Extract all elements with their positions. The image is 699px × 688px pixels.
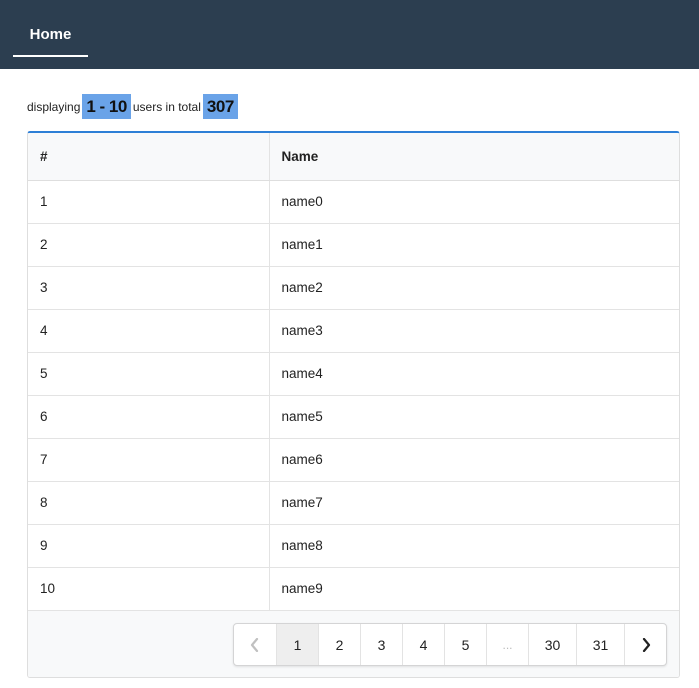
row-number-cell: 3 <box>28 266 269 310</box>
prev-page-button[interactable] <box>234 624 276 665</box>
chevron-right-icon <box>640 637 652 652</box>
page-button-30[interactable]: 30 <box>528 624 576 665</box>
users-table-card: # Name 1 name0 2 name1 3 name2 4 name3 5 name4 6 na… <box>27 131 680 678</box>
page-button-4[interactable]: 4 <box>402 624 444 665</box>
row-number-cell: 6 <box>28 395 269 439</box>
pagination-ellipsis: ... <box>486 624 528 665</box>
next-page-button[interactable] <box>624 624 666 665</box>
row-name-cell: name2 <box>268 266 679 310</box>
row-number-cell: 5 <box>28 352 269 396</box>
page-button-5[interactable]: 5 <box>444 624 486 665</box>
row-number-cell: 8 <box>28 481 269 525</box>
row-name-cell: name1 <box>268 223 679 267</box>
table-row: 1 name0 <box>28 180 679 224</box>
row-number-cell: 4 <box>28 309 269 353</box>
row-number-cell: 10 <box>28 567 269 611</box>
results-summary: displaying 1 - 10 users in total 307 <box>27 94 240 119</box>
table-row: 4 name3 <box>28 309 679 353</box>
row-name-cell: name6 <box>268 438 679 482</box>
table-row: 8 name7 <box>28 481 679 525</box>
table-row: 6 name5 <box>28 395 679 439</box>
table-row: 3 name2 <box>28 266 679 310</box>
row-number-cell: 9 <box>28 524 269 568</box>
row-number-cell: 1 <box>28 180 269 224</box>
pagination: 1 2 3 4 5... 30 31 <box>233 623 667 666</box>
users-table: # Name 1 name0 2 name1 3 name2 4 name3 5 name4 6 na… <box>28 133 679 611</box>
table-footer: 1 2 3 4 5... 30 31 <box>28 611 679 677</box>
summary-middle: users in total <box>132 99 201 114</box>
page-button-2[interactable]: 2 <box>318 624 360 665</box>
row-name-cell: name4 <box>268 352 679 396</box>
summary-prefix: displaying <box>27 99 81 114</box>
row-number-cell: 7 <box>28 438 269 482</box>
table-row: 2 name1 <box>28 223 679 267</box>
row-name-cell: name8 <box>268 524 679 568</box>
row-name-cell: name0 <box>268 180 679 224</box>
table-row: 9 name8 <box>28 524 679 568</box>
chevron-left-icon <box>249 637 261 652</box>
row-name-cell: name9 <box>268 567 679 611</box>
nav-home-link[interactable]: Home <box>13 0 88 57</box>
page-button-31[interactable]: 31 <box>576 624 624 665</box>
table-row: 10 name9 <box>28 567 679 611</box>
table-header-row: # Name <box>28 133 679 181</box>
row-name-cell: name7 <box>268 481 679 525</box>
page-button-3[interactable]: 3 <box>360 624 402 665</box>
table-row: 7 name6 <box>28 438 679 482</box>
row-number-cell: 2 <box>28 223 269 267</box>
row-name-cell: name3 <box>268 309 679 353</box>
page-button-1[interactable]: 1 <box>276 624 318 665</box>
row-name-cell: name5 <box>268 395 679 439</box>
summary-range: 1 - 10 <box>82 94 131 119</box>
table-row: 5 name4 <box>28 352 679 396</box>
column-header-name: Name <box>268 133 679 181</box>
summary-total: 307 <box>202 94 238 119</box>
column-header-number: # <box>28 133 269 181</box>
top-navbar: Home <box>0 0 699 69</box>
